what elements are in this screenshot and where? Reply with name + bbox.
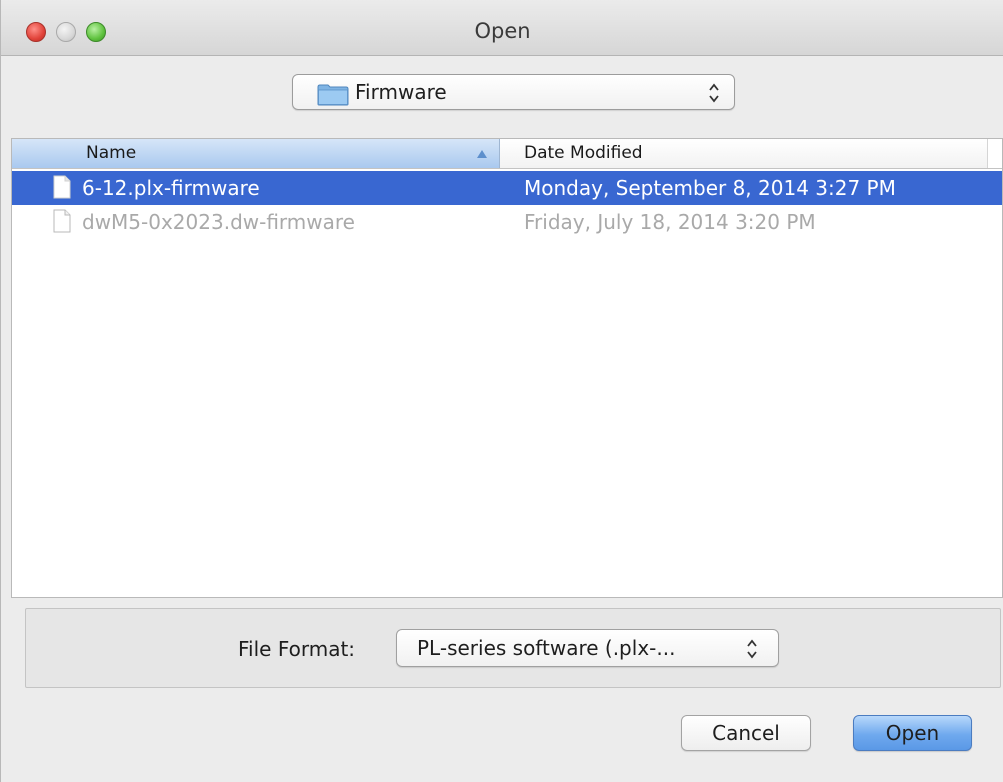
file-format-panel: File Format: PL-series software (.plx-..… (25, 608, 1001, 688)
file-list[interactable]: Name Date Modified 6-12.plx-firmware Mon… (11, 138, 1003, 598)
folder-name: Firmware (355, 80, 447, 104)
sort-ascending-icon (477, 150, 487, 158)
column-header-date-modified[interactable]: Date Modified (500, 139, 988, 168)
column-header-name-label: Name (86, 143, 137, 163)
file-format-label: File Format: (238, 637, 356, 661)
file-row[interactable]: 6-12.plx-firmware Monday, September 8, 2… (12, 171, 1002, 205)
document-icon (53, 209, 71, 233)
document-icon (53, 175, 71, 199)
column-header-name[interactable]: Name (12, 139, 500, 168)
cancel-button[interactable]: Cancel (681, 715, 811, 751)
location-toolbar: Firmware (1, 56, 1003, 138)
up-down-chevron-icon (709, 83, 719, 103)
column-header-date-label: Date Modified (524, 143, 643, 163)
file-name: dwM5-0x2023.dw-firmware (82, 210, 355, 234)
file-format-popup[interactable]: PL-series software (.plx-... (396, 629, 779, 667)
folder-icon (317, 84, 349, 106)
file-date-modified: Friday, July 18, 2014 3:20 PM (524, 210, 816, 234)
open-dialog: Open Firmware Name Date Modified 6-12.pl… (0, 0, 1003, 782)
title-bar[interactable]: Open (1, 0, 1003, 56)
file-list-header: Name Date Modified (12, 139, 1002, 169)
open-button[interactable]: Open (853, 715, 972, 751)
folder-location-popup[interactable]: Firmware (292, 74, 735, 110)
file-row: dwM5-0x2023.dw-firmware Friday, July 18,… (12, 205, 1002, 239)
window-title: Open (474, 19, 531, 43)
up-down-chevron-icon (747, 639, 757, 659)
file-format-value: PL-series software (.plx-... (417, 636, 676, 660)
file-date-modified: Monday, September 8, 2014 3:27 PM (524, 176, 896, 200)
file-name: 6-12.plx-firmware (82, 176, 260, 200)
